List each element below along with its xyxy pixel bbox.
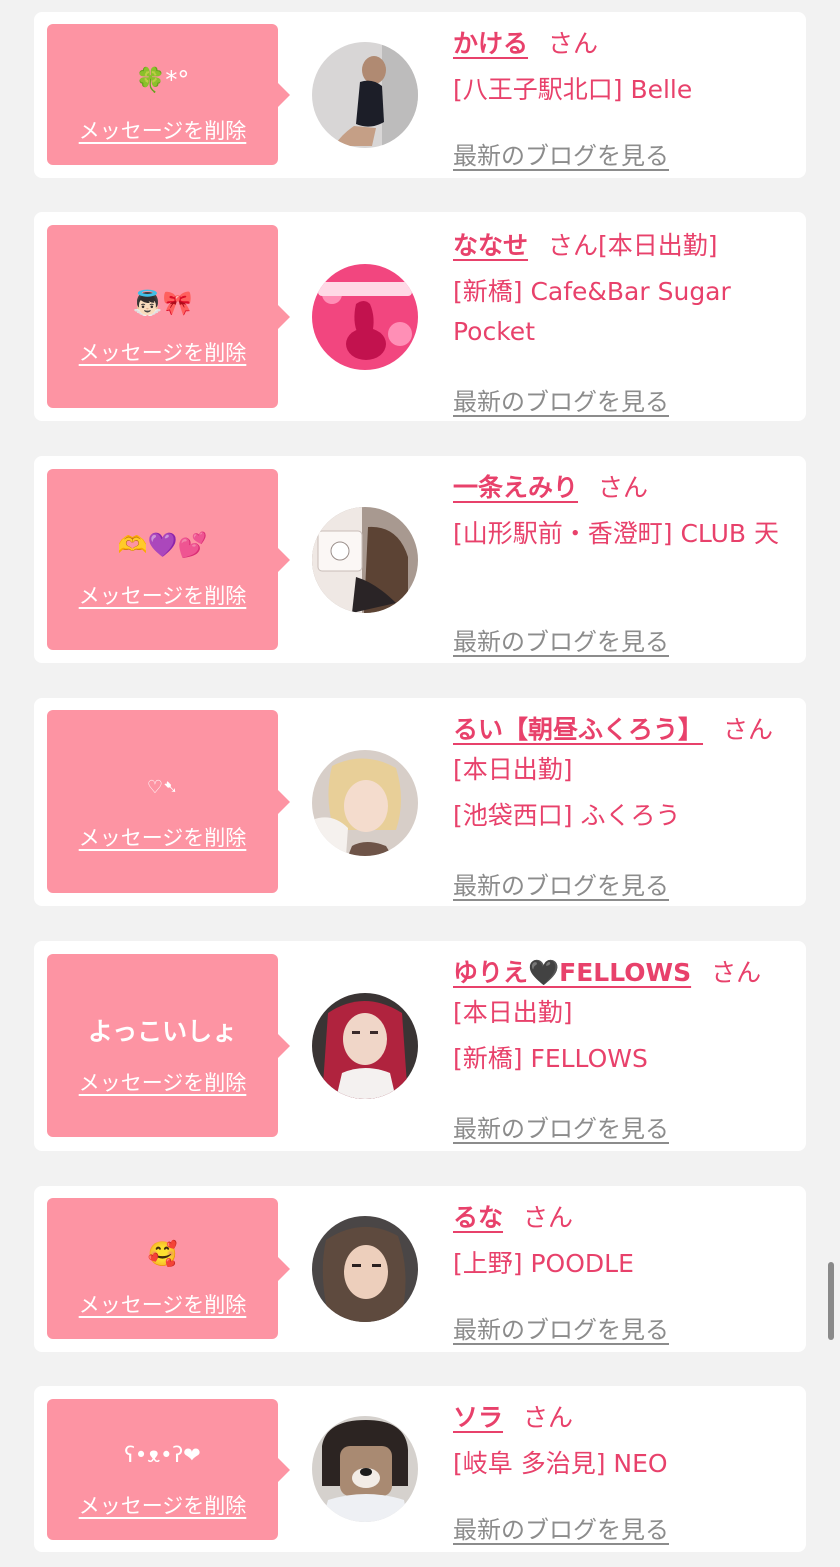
cast-name-link[interactable]: ななせ	[453, 231, 528, 260]
shop-name: [上野] POODLE	[453, 1249, 634, 1278]
favorite-card: ʕ•ᴥ•ʔ❤ メッセージを削除 ソラ さん [岐阜 多治見] NEO 最新のブログ…	[34, 1386, 806, 1552]
honorific: さん	[598, 473, 649, 502]
delete-message-link[interactable]: メッセージを削除	[47, 1291, 278, 1319]
cast-info: ゆりえ🖤FELLOWS さん [本日出勤] [新橋] FELLOWS 最新のブログを…	[453, 953, 793, 1143]
favorite-card: よっこいしょ メッセージを削除 ゆりえ🖤FELLOWS さん [本日出勤] [新橋]…	[34, 941, 806, 1151]
message-bubble: 🫶💜💕 メッセージを削除	[47, 469, 290, 650]
favorite-card: 👼🏻🎀 メッセージを削除 ななせ さん[本日出勤] [新橋] Cafe&Bar S…	[34, 212, 806, 421]
latest-blog-link[interactable]: 最新のブログを見る	[453, 140, 669, 172]
latest-blog-link[interactable]: 最新のブログを見る	[453, 386, 669, 418]
work-status: [本日出勤]	[453, 998, 573, 1027]
avatar[interactable]	[312, 993, 418, 1099]
shop-name: [池袋西口] ふくろう	[453, 801, 681, 830]
delete-message-link[interactable]: メッセージを削除	[47, 339, 278, 367]
avatar[interactable]	[312, 1416, 418, 1522]
honorific: さん	[523, 1403, 574, 1432]
message-text: 👼🏻🎀	[132, 289, 193, 317]
cast-info: ななせ さん[本日出勤] [新橋] Cafe&Bar Sugar Pocket 最…	[453, 226, 793, 416]
shop-name: [山形駅前・香澄町] CLUB 天	[453, 519, 779, 548]
message-text: 🫶💜💕	[117, 531, 208, 559]
message-bubble: 🥰 メッセージを削除	[47, 1198, 290, 1339]
cast-info: るい【朝昼ふくろう】 さん [本日出勤] [池袋西口] ふくろう 最新のブログを見る	[453, 710, 793, 900]
cast-info: 一条えみり さん [山形駅前・香澄町] CLUB 天 最新のブログを見る	[453, 468, 793, 656]
scrollbar[interactable]	[828, 1262, 834, 1340]
message-text: よっこいしょ	[87, 1017, 238, 1046]
avatar[interactable]	[312, 264, 418, 370]
latest-blog-link[interactable]: 最新のブログを見る	[453, 1314, 669, 1346]
latest-blog-link[interactable]: 最新のブログを見る	[453, 1514, 669, 1546]
message-bubble: ♡➷ メッセージを削除	[47, 710, 290, 893]
message-bubble: ʕ•ᴥ•ʔ❤ メッセージを削除	[47, 1399, 290, 1540]
cast-name-link[interactable]: るい【朝昼ふくろう】	[453, 715, 703, 744]
honorific: さん	[711, 958, 762, 987]
favorite-card: ♡➷ メッセージを削除 るい【朝昼ふくろう】 さん [本日出勤] [池袋西口] ふく…	[34, 698, 806, 906]
honorific: さん	[523, 1203, 574, 1232]
shop-name: [新橋] Cafe&Bar Sugar Pocket	[453, 277, 731, 346]
avatar-photo	[312, 264, 418, 370]
honorific: さん	[723, 715, 774, 744]
latest-blog-link[interactable]: 最新のブログを見る	[453, 870, 669, 902]
avatar-photo	[312, 750, 418, 856]
delete-message-link[interactable]: メッセージを削除	[47, 117, 278, 145]
avatar[interactable]	[312, 507, 418, 613]
avatar[interactable]	[312, 42, 418, 148]
delete-message-link[interactable]: メッセージを削除	[47, 824, 278, 852]
shop-name: [岐阜 多治見] NEO	[453, 1449, 668, 1478]
cast-name-link[interactable]: ゆりえ🖤FELLOWS	[453, 958, 691, 987]
latest-blog-link[interactable]: 最新のブログを見る	[453, 626, 669, 658]
delete-message-link[interactable]: メッセージを削除	[47, 1069, 278, 1097]
message-text: 🥰	[147, 1240, 178, 1268]
cast-name-link[interactable]: かける	[453, 29, 528, 58]
message-bubble: 👼🏻🎀 メッセージを削除	[47, 225, 290, 408]
message-bubble: 🍀*° メッセージを削除	[47, 24, 290, 165]
message-text: ♡➷	[146, 777, 179, 798]
avatar-photo	[312, 1416, 418, 1522]
honorific: さん	[548, 231, 599, 260]
work-status: [本日出勤]	[453, 755, 573, 784]
cast-info: かける さん [八王子駅北口] Belle 最新のブログを見る	[453, 24, 793, 170]
latest-blog-link[interactable]: 最新のブログを見る	[453, 1113, 669, 1145]
cast-info: ソラ さん [岐阜 多治見] NEO 最新のブログを見る	[453, 1398, 793, 1544]
shop-name: [八王子駅北口] Belle	[453, 75, 693, 104]
delete-message-link[interactable]: メッセージを削除	[47, 582, 278, 610]
work-status: [本日出勤]	[598, 231, 718, 260]
shop-name: [新橋] FELLOWS	[453, 1044, 648, 1073]
avatar-photo	[312, 993, 418, 1099]
avatar[interactable]	[312, 750, 418, 856]
honorific: さん	[548, 29, 599, 58]
favorite-card: 🥰 メッセージを削除 るな さん [上野] POODLE 最新のブログを見る	[34, 1186, 806, 1352]
cast-name-link[interactable]: ソラ	[453, 1403, 503, 1432]
cast-info: るな さん [上野] POODLE 最新のブログを見る	[453, 1198, 793, 1344]
favorite-card: 🫶💜💕 メッセージを削除 一条えみり さん [山形駅前・香澄町] CLUB 天 最…	[34, 456, 806, 663]
delete-message-link[interactable]: メッセージを削除	[47, 1492, 278, 1520]
message-text: ʕ•ᴥ•ʔ❤	[124, 1443, 201, 1467]
message-text: 🍀*°	[135, 66, 190, 94]
avatar-photo	[312, 507, 418, 613]
avatar-photo	[312, 42, 418, 148]
message-bubble: よっこいしょ メッセージを削除	[47, 954, 290, 1137]
avatar-photo	[312, 1216, 418, 1322]
favorite-card: 🍀*° メッセージを削除 かける さん [八王子駅北口] Belle 最新のブログ…	[34, 12, 806, 178]
cast-name-link[interactable]: るな	[453, 1203, 503, 1232]
avatar[interactable]	[312, 1216, 418, 1322]
cast-name-link[interactable]: 一条えみり	[453, 473, 578, 502]
